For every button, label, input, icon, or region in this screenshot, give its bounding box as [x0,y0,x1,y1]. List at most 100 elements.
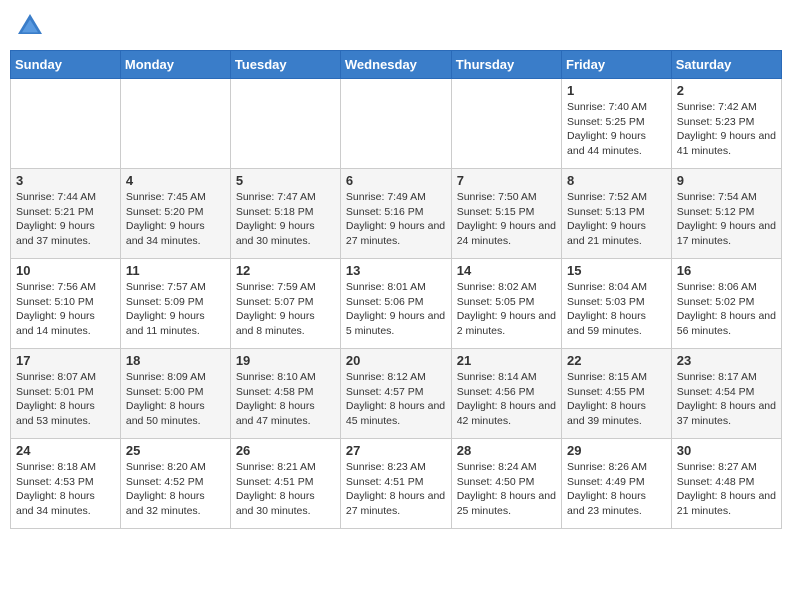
calendar-cell: 10Sunrise: 7:56 AM Sunset: 5:10 PM Dayli… [11,259,121,349]
day-number: 4 [126,173,225,188]
day-info: Sunrise: 8:26 AM Sunset: 4:49 PM Dayligh… [567,460,666,519]
calendar-cell: 21 Sunrise: 8:14 AM Sunset: 4:56 PM Dayli… [451,349,561,439]
day-info: Sunrise: 7:49 AM Sunset: 5:16 PM Dayligh… [346,190,446,249]
calendar-cell [120,79,230,169]
calendar-cell [230,79,340,169]
day-number: 19 [236,353,335,368]
header-monday: Monday [120,51,230,79]
day-number: 11 [126,263,225,278]
day-info: Sunrise: 7:52 AM Sunset: 5:13 PM Dayligh… [567,190,666,249]
calendar-cell: 1 Sunrise: 7:40 AM Sunset: 5:25 PM Daylig… [562,79,672,169]
day-info: Sunrise: 7:57 AM Sunset: 5:09 PM Dayligh… [126,280,225,339]
calendar-cell: 16 Sunrise: 8:06 AM Sunset: 5:02 PM Dayli… [671,259,781,349]
day-number: 9 [677,173,776,188]
day-number: 25 [126,443,225,458]
header-wednesday: Wednesday [340,51,451,79]
day-info: Sunrise: 8:24 AM Sunset: 4:50 PM Dayligh… [457,460,556,519]
day-number: 20 [346,353,446,368]
header-tuesday: Tuesday [230,51,340,79]
day-info: Sunrise: 7:59 AM Sunset: 5:07 PM Dayligh… [236,280,335,339]
day-number: 30 [677,443,776,458]
calendar-cell: 2Sunrise: 7:42 AM Sunset: 5:23 PM Daylig… [671,79,781,169]
header-thursday: Thursday [451,51,561,79]
week-row-3: 17 Sunrise: 8:07 AM Sunset: 5:01 PM Dayli… [11,349,782,439]
day-info: Sunrise: 8:04 AM Sunset: 5:03 PM Dayligh… [567,280,666,339]
calendar-cell: 11 Sunrise: 7:57 AM Sunset: 5:09 PM Dayli… [120,259,230,349]
day-info: Sunrise: 8:17 AM Sunset: 4:54 PM Dayligh… [677,370,776,429]
day-number: 6 [346,173,446,188]
day-info: Sunrise: 8:06 AM Sunset: 5:02 PM Dayligh… [677,280,776,339]
week-row-0: 1 Sunrise: 7:40 AM Sunset: 5:25 PM Daylig… [11,79,782,169]
day-number: 27 [346,443,446,458]
day-info: Sunrise: 7:50 AM Sunset: 5:15 PM Dayligh… [457,190,556,249]
day-info: Sunrise: 8:10 AM Sunset: 4:58 PM Dayligh… [236,370,335,429]
calendar-cell: 23 Sunrise: 8:17 AM Sunset: 4:54 PM Dayli… [671,349,781,439]
calendar-cell: 3 Sunrise: 7:44 AM Sunset: 5:21 PM Daylig… [11,169,121,259]
day-info: Sunrise: 8:23 AM Sunset: 4:51 PM Dayligh… [346,460,446,519]
day-info: Sunrise: 7:47 AM Sunset: 5:18 PM Dayligh… [236,190,335,249]
day-info: Sunrise: 8:14 AM Sunset: 4:56 PM Dayligh… [457,370,556,429]
calendar-header-row: SundayMondayTuesdayWednesdayThursdayFrid… [11,51,782,79]
calendar-cell: 28 Sunrise: 8:24 AM Sunset: 4:50 PM Dayli… [451,439,561,529]
calendar-cell [340,79,451,169]
day-number: 22 [567,353,666,368]
calendar-cell [11,79,121,169]
day-number: 1 [567,83,666,98]
day-number: 16 [677,263,776,278]
calendar-cell: 13 Sunrise: 8:01 AM Sunset: 5:06 PM Dayli… [340,259,451,349]
calendar-cell: 20 Sunrise: 8:12 AM Sunset: 4:57 PM Dayli… [340,349,451,439]
calendar-cell: 5 Sunrise: 7:47 AM Sunset: 5:18 PM Daylig… [230,169,340,259]
day-info: Sunrise: 8:15 AM Sunset: 4:55 PM Dayligh… [567,370,666,429]
calendar-cell: 15Sunrise: 8:04 AM Sunset: 5:03 PM Dayli… [562,259,672,349]
day-info: Sunrise: 8:18 AM Sunset: 4:53 PM Dayligh… [16,460,115,519]
day-info: Sunrise: 7:45 AM Sunset: 5:20 PM Dayligh… [126,190,225,249]
day-info: Sunrise: 8:07 AM Sunset: 5:01 PM Dayligh… [16,370,115,429]
calendar-cell: 14Sunrise: 8:02 AM Sunset: 5:05 PM Dayli… [451,259,561,349]
calendar-cell: 30 Sunrise: 8:27 AM Sunset: 4:48 PM Dayli… [671,439,781,529]
day-number: 3 [16,173,115,188]
logo-icon [14,10,46,42]
day-number: 23 [677,353,776,368]
day-info: Sunrise: 7:42 AM Sunset: 5:23 PM Dayligh… [677,100,776,159]
calendar-cell: 8 Sunrise: 7:52 AM Sunset: 5:13 PM Daylig… [562,169,672,259]
calendar-cell: 27 Sunrise: 8:23 AM Sunset: 4:51 PM Dayli… [340,439,451,529]
calendar-cell: 7Sunrise: 7:50 AM Sunset: 5:15 PM Daylig… [451,169,561,259]
calendar-cell: 9 Sunrise: 7:54 AM Sunset: 5:12 PM Daylig… [671,169,781,259]
page-header [10,10,782,42]
day-number: 29 [567,443,666,458]
day-info: Sunrise: 7:54 AM Sunset: 5:12 PM Dayligh… [677,190,776,249]
day-info: Sunrise: 7:40 AM Sunset: 5:25 PM Dayligh… [567,100,666,159]
day-number: 13 [346,263,446,278]
calendar-cell: 17 Sunrise: 8:07 AM Sunset: 5:01 PM Dayli… [11,349,121,439]
week-row-2: 10Sunrise: 7:56 AM Sunset: 5:10 PM Dayli… [11,259,782,349]
day-number: 26 [236,443,335,458]
calendar-cell [451,79,561,169]
day-info: Sunrise: 7:44 AM Sunset: 5:21 PM Dayligh… [16,190,115,249]
calendar-cell: 19 Sunrise: 8:10 AM Sunset: 4:58 PM Dayli… [230,349,340,439]
day-info: Sunrise: 8:21 AM Sunset: 4:51 PM Dayligh… [236,460,335,519]
day-number: 14 [457,263,556,278]
calendar: SundayMondayTuesdayWednesdayThursdayFrid… [10,50,782,529]
week-row-1: 3 Sunrise: 7:44 AM Sunset: 5:21 PM Daylig… [11,169,782,259]
day-info: Sunrise: 8:27 AM Sunset: 4:48 PM Dayligh… [677,460,776,519]
calendar-cell: 25 Sunrise: 8:20 AM Sunset: 4:52 PM Dayli… [120,439,230,529]
calendar-cell: 22 Sunrise: 8:15 AM Sunset: 4:55 PM Dayli… [562,349,672,439]
header-friday: Friday [562,51,672,79]
week-row-4: 24 Sunrise: 8:18 AM Sunset: 4:53 PM Dayli… [11,439,782,529]
day-number: 28 [457,443,556,458]
day-info: Sunrise: 8:09 AM Sunset: 5:00 PM Dayligh… [126,370,225,429]
day-number: 17 [16,353,115,368]
calendar-cell: 29 Sunrise: 8:26 AM Sunset: 4:49 PM Dayli… [562,439,672,529]
day-number: 5 [236,173,335,188]
day-number: 8 [567,173,666,188]
day-number: 21 [457,353,556,368]
day-info: Sunrise: 8:20 AM Sunset: 4:52 PM Dayligh… [126,460,225,519]
day-info: Sunrise: 8:01 AM Sunset: 5:06 PM Dayligh… [346,280,446,339]
calendar-cell: 6 Sunrise: 7:49 AM Sunset: 5:16 PM Daylig… [340,169,451,259]
header-sunday: Sunday [11,51,121,79]
calendar-cell: 26 Sunrise: 8:21 AM Sunset: 4:51 PM Dayli… [230,439,340,529]
header-saturday: Saturday [671,51,781,79]
day-info: Sunrise: 8:12 AM Sunset: 4:57 PM Dayligh… [346,370,446,429]
day-number: 10 [16,263,115,278]
day-number: 24 [16,443,115,458]
